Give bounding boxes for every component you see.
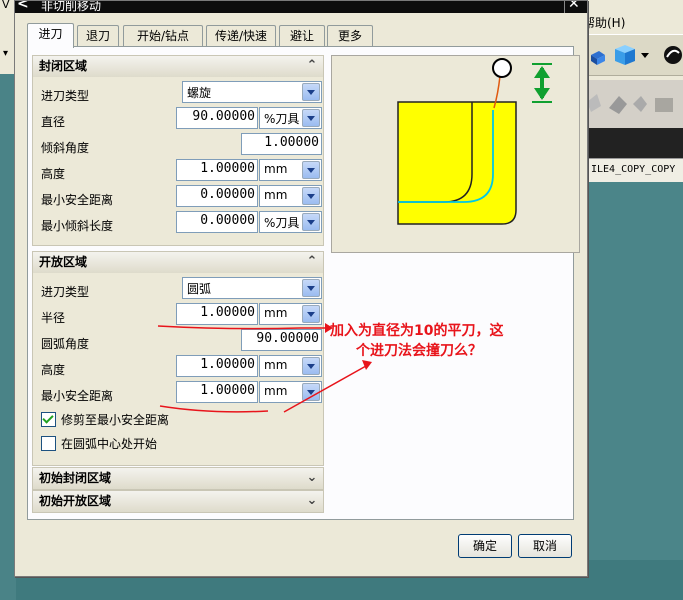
annotation-diagonal-line — [283, 365, 367, 413]
annotation-underline — [157, 325, 301, 330]
annotation-arrows — [157, 323, 372, 413]
tab-engage-label: 进刀 — [38, 27, 63, 41]
annotation-question-line1: 加入为直径为10的平刀，这 — [330, 323, 504, 339]
annotation-question-line2: 个进刀法会撞刀么？ — [356, 343, 482, 359]
tab-engage[interactable]: 进刀 — [27, 23, 74, 48]
arrow-up-right-icon — [362, 360, 372, 370]
annotation-underline-2 — [159, 405, 269, 413]
